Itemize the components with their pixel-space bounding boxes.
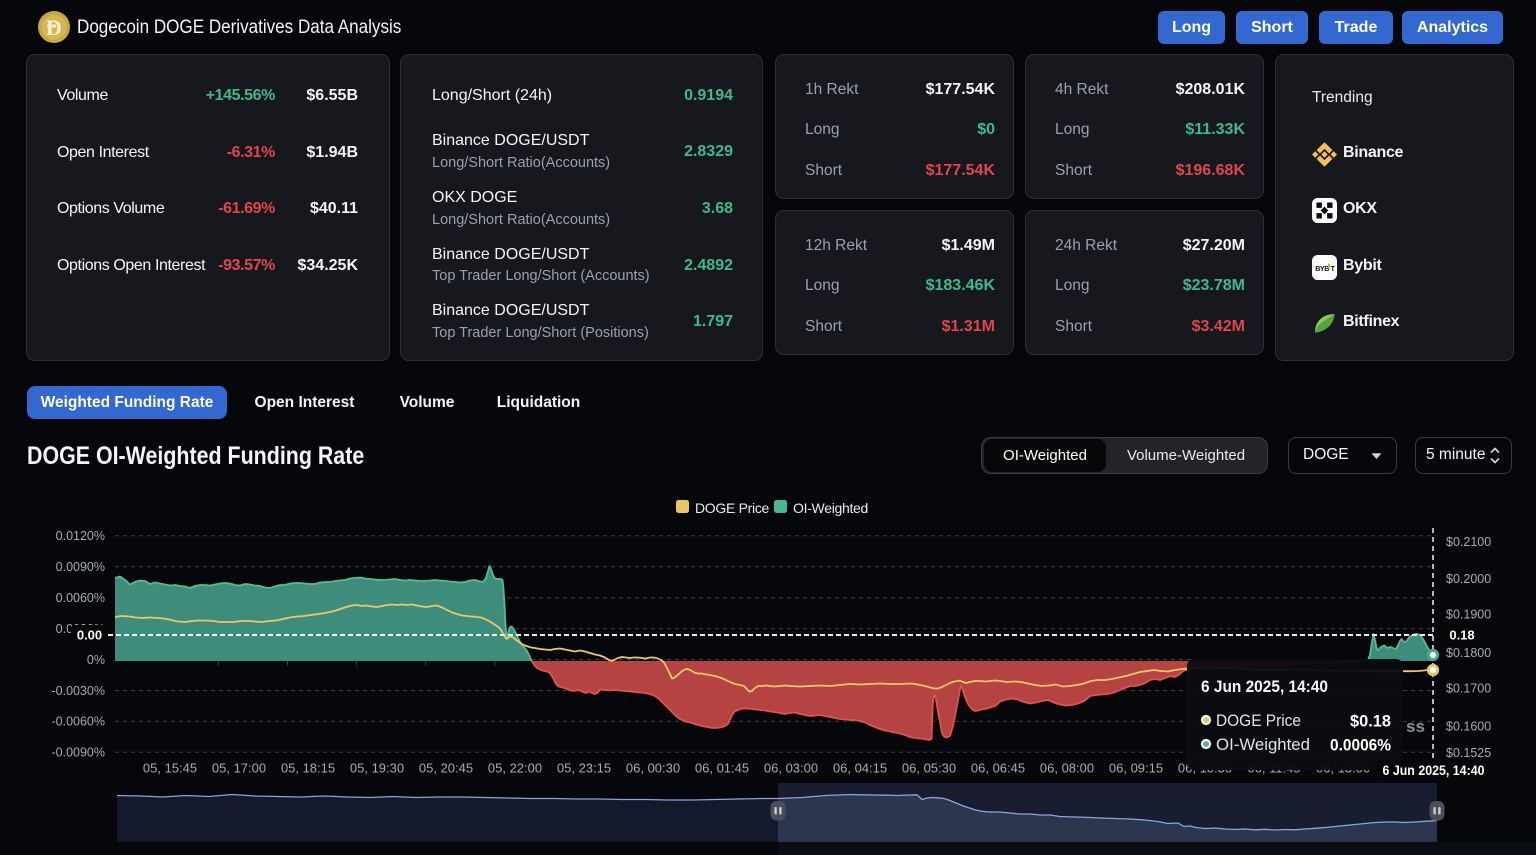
svg-text:OI-Weighted: OI-Weighted [1216, 736, 1310, 754]
svg-text:DOGE Price: DOGE Price [1216, 712, 1301, 730]
svg-text:$0.18: $0.18 [1350, 712, 1391, 731]
svg-text:0.0006%: 0.0006% [1330, 736, 1391, 755]
svg-text:6 Jun 2025, 14:40: 6 Jun 2025, 14:40 [1383, 763, 1485, 778]
svg-text:6 Jun 2025, 14:40: 6 Jun 2025, 14:40 [1201, 677, 1328, 696]
